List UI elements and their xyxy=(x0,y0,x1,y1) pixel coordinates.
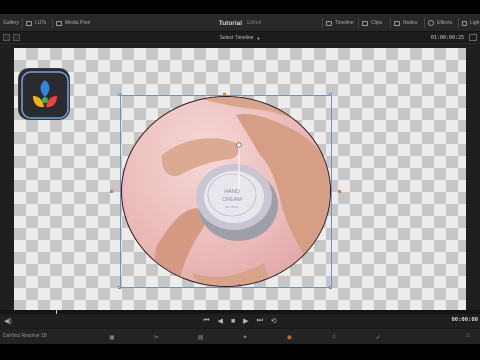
lightbox-icon xyxy=(462,20,467,26)
playback-timecode: 00:00:00 xyxy=(451,317,479,323)
skip-to-start-button[interactable]: ⏮ xyxy=(203,317,209,325)
brand-label: DaVinci Resolve 18 xyxy=(3,333,47,339)
page-tab-fusion[interactable]: ✦ xyxy=(233,331,257,343)
luts-label: LUTs xyxy=(35,20,47,26)
timeline-selector-label: Select Timeline xyxy=(219,35,254,41)
media-pool-label: Media Pool xyxy=(65,20,91,26)
media-pool-icon xyxy=(56,20,62,26)
page-navigation-bar: DaVinci Resolve 18 ▣ ✂ ▤ ✦ ◉ ♫ ➶ ⌂ xyxy=(0,328,480,344)
viewer-header: Select Timeline ▼ 01:00:00:25 xyxy=(0,32,480,44)
divider xyxy=(458,18,459,28)
corner-handle-bottom-right[interactable] xyxy=(329,286,332,289)
nodes-button[interactable]: Nodes xyxy=(394,14,417,32)
nodes-icon xyxy=(394,20,400,26)
project-title: Tutorial xyxy=(218,19,243,27)
page-tab-edit[interactable]: ▤ xyxy=(189,331,213,343)
edge-handle-left[interactable] xyxy=(110,190,113,193)
page-tab-cut[interactable]: ✂ xyxy=(144,331,168,343)
page-tab-color[interactable]: ◉ xyxy=(277,331,301,343)
step-back-button[interactable]: ◀ xyxy=(218,317,223,325)
page-tab-fairlight[interactable]: ♫ xyxy=(322,331,346,343)
corner-handle-top-left[interactable] xyxy=(118,93,121,96)
lightbox-button[interactable]: Ligh xyxy=(462,14,479,32)
home-icon[interactable]: ⌂ xyxy=(466,332,470,339)
clips-icon xyxy=(362,20,368,26)
top-toolbar: Gallery LUTs Media Pool Tutorial Edited … xyxy=(0,14,480,32)
davinci-resolve-window: Gallery LUTs Media Pool Tutorial Edited … xyxy=(0,14,480,344)
timeline-selector[interactable]: Select Timeline ▼ xyxy=(0,32,480,44)
nodes-label: Nodes xyxy=(403,20,418,26)
page-tabs: ▣ ✂ ▤ ✦ ◉ ♫ ➶ xyxy=(100,329,390,344)
transport-buttons: ⏮ ◀ ■ ▶ ⏭ ⟲ xyxy=(0,314,480,328)
edge-handle-right[interactable] xyxy=(338,190,341,193)
effects-button[interactable]: Effects xyxy=(428,14,452,32)
video-letterbox-top xyxy=(0,0,480,14)
page-tab-deliver[interactable]: ➶ xyxy=(366,331,390,343)
clips-button[interactable]: Clips xyxy=(362,14,382,32)
play-button[interactable]: ▶ xyxy=(243,317,248,325)
page-tab-media[interactable]: ▣ xyxy=(100,331,124,343)
viewer-timecode: 01:00:00:25 xyxy=(430,35,464,41)
gallery-label: Gallery xyxy=(3,20,19,26)
playback-controls: ◀) ⏮ ◀ ■ ▶ ⏭ ⟲ 00:00:00 xyxy=(0,314,480,328)
divider xyxy=(22,18,23,28)
divider xyxy=(390,18,391,28)
timeline-icon xyxy=(326,20,332,26)
viewer-options-icon[interactable] xyxy=(469,34,477,41)
brand-name: DaVinci Resolve 18 xyxy=(3,333,47,339)
media-pool-button[interactable]: Media Pool xyxy=(56,14,90,32)
davinci-resolve-logo xyxy=(18,68,70,120)
effects-label: Effects xyxy=(437,20,453,26)
video-letterbox-bottom xyxy=(0,344,480,360)
loop-button[interactable]: ⟲ xyxy=(271,317,277,325)
edge-handle-top[interactable] xyxy=(223,93,226,96)
clips-label: Clips xyxy=(371,20,383,26)
skip-to-end-button[interactable]: ⏭ xyxy=(257,317,263,325)
project-status: Edited xyxy=(247,20,262,26)
stop-button[interactable]: ■ xyxy=(231,318,235,325)
divider xyxy=(424,18,425,28)
divider xyxy=(358,18,359,28)
divider xyxy=(322,18,323,28)
chevron-down-icon: ▼ xyxy=(256,35,261,41)
luts-button[interactable]: LUTs xyxy=(26,14,46,32)
color-viewer[interactable]: HAND CREAM NATURAL xyxy=(14,48,466,310)
corner-handle-bottom-left[interactable] xyxy=(118,286,121,289)
corner-handle-top-right[interactable] xyxy=(329,93,332,96)
lightbox-label: Ligh xyxy=(470,20,480,26)
luts-icon xyxy=(26,20,32,26)
transform-bounding-box[interactable] xyxy=(120,95,332,288)
gallery-button[interactable]: Gallery xyxy=(3,14,19,32)
timeline-label: Timeline xyxy=(335,20,354,26)
timeline-button[interactable]: Timeline xyxy=(326,14,354,32)
davinci-resolve-logo-mark xyxy=(21,71,69,119)
effects-icon xyxy=(428,20,434,26)
divider xyxy=(52,18,53,28)
